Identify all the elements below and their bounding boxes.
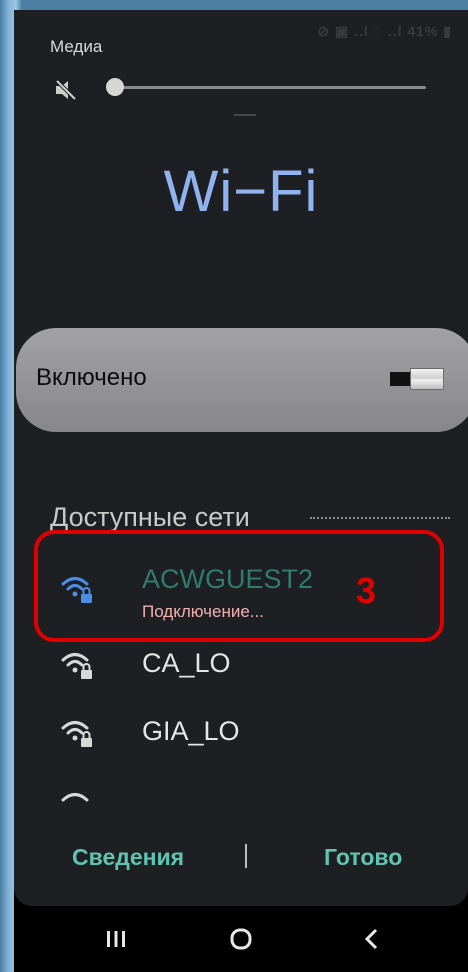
media-volume-slider[interactable]	[106, 76, 426, 98]
home-icon[interactable]	[221, 924, 261, 954]
back-icon[interactable]	[352, 924, 392, 954]
network-name: GIA_LO	[142, 716, 240, 746]
footer-divider	[245, 844, 247, 868]
network-item-gia-lo[interactable]: GIA_LO	[50, 710, 450, 766]
network-item-ca-lo[interactable]: CA_LO	[50, 642, 450, 698]
available-networks-title: Доступные сети	[50, 502, 250, 532]
wifi-toggle-switch[interactable]	[390, 368, 444, 390]
done-button[interactable]: Готово	[324, 844, 402, 871]
details-button[interactable]: Сведения	[72, 844, 184, 871]
wifi-lock-icon	[61, 653, 92, 679]
speaker-muted-icon[interactable]	[54, 78, 80, 102]
wifi-toggle-row[interactable]: Включено	[16, 328, 468, 432]
media-label: Медиа	[50, 37, 103, 56]
toggle-label: Включено	[36, 364, 147, 391]
slider-thumb[interactable]	[106, 78, 124, 96]
drag-handle[interactable]	[234, 114, 256, 116]
recent-apps-icon[interactable]	[96, 924, 136, 954]
annotation-step-number: 3	[356, 570, 377, 611]
slider-track	[114, 86, 426, 89]
wifi-panel: Медиа ⊘ ▣ ..l ◌ ..l 41% ▮ Wi−Fi Включено…	[14, 10, 468, 906]
wifi-icon	[61, 793, 89, 802]
section-divider	[310, 517, 450, 519]
phone-screen: Медиа ⊘ ▣ ..l ◌ ..l 41% ▮ Wi−Fi Включено…	[14, 10, 468, 972]
network-name: CA_LO	[142, 648, 231, 678]
wifi-lock-icon	[61, 721, 92, 747]
switch-track	[390, 372, 412, 386]
navigation-bar	[14, 906, 468, 972]
status-bar: ⊘ ▣ ..l ◌ ..l 41% ▮	[317, 23, 452, 39]
page-title: Wi−Fi	[163, 159, 319, 224]
annotation-highlight-box	[34, 530, 444, 642]
switch-knob	[410, 368, 444, 390]
